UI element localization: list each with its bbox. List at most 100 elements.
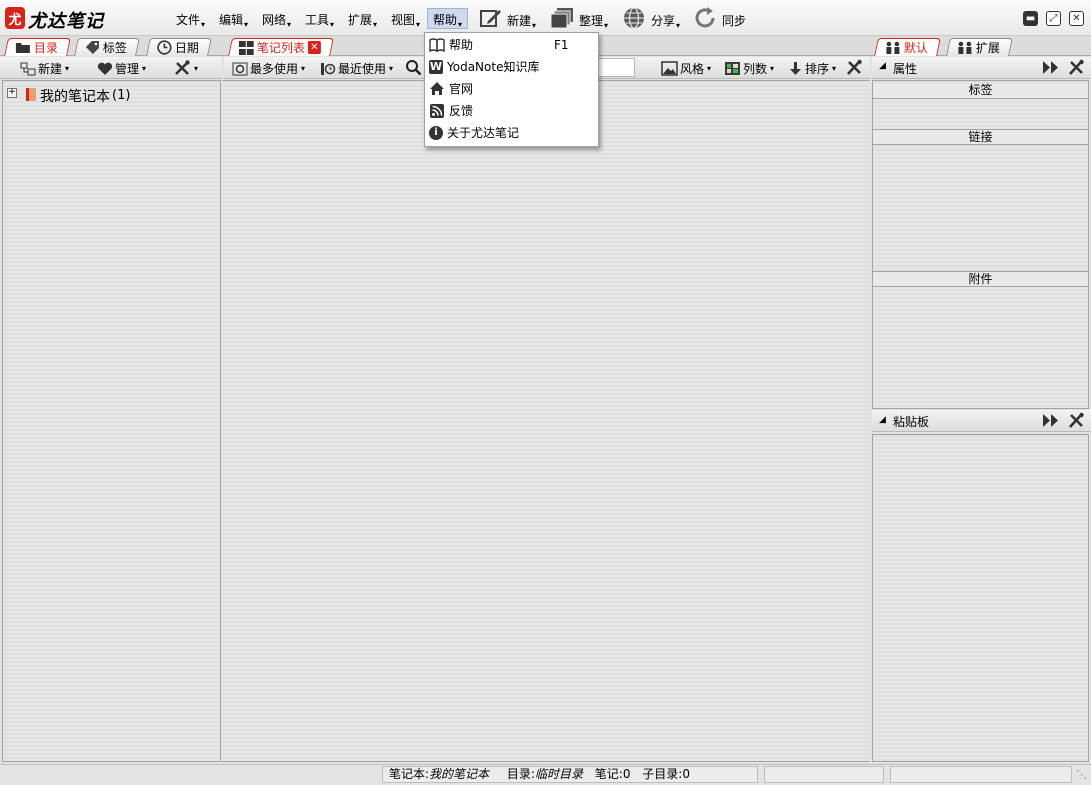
status-cell-2 [764, 766, 884, 783]
style-button[interactable]: 风格 [661, 60, 711, 77]
maximize-icon[interactable]: ⤢ [1046, 11, 1061, 26]
status-notes-label: 笔记: [594, 767, 623, 781]
title-menu-bar [0, 0, 1091, 36]
menu-item-website[interactable]: 官网 [429, 78, 594, 99]
section-links[interactable]: 链接 [873, 129, 1088, 145]
tab-tags[interactable]: 标签 [74, 38, 140, 56]
search-icon [405, 59, 422, 76]
status-notebook-label: 笔记本: [389, 767, 430, 781]
tag-icon [85, 40, 100, 55]
sort-label: 排序 [805, 62, 830, 76]
status-subdir-label: 子目录: [642, 767, 683, 781]
menu-item-feedback[interactable]: 反馈 [429, 100, 594, 121]
catalog-new-button[interactable]: 新建 [20, 60, 69, 77]
sync-button[interactable]: 同步 [722, 12, 746, 29]
menu-item-website-label: 官网 [449, 82, 474, 96]
menu-file[interactable]: 文件 [176, 11, 205, 29]
tab-default-label: 默认 [903, 41, 928, 55]
catalog-tree-pane [2, 80, 221, 762]
app-name: 尤达笔记 [28, 11, 104, 32]
close-icon[interactable]: ✕ [1069, 11, 1084, 26]
people-icon [957, 41, 973, 54]
status-notes-value: 0 [622, 767, 631, 781]
tab-note-list-label: 笔记列表 [256, 41, 305, 55]
menu-tools[interactable]: 工具 [305, 11, 334, 29]
image-icon [661, 61, 678, 76]
minimize-icon[interactable]: ▬ [1023, 11, 1038, 26]
catalog-new-label: 新建 [38, 62, 63, 76]
organize-icon[interactable] [550, 7, 574, 29]
tab-tags-label: 标签 [102, 41, 127, 55]
menu-item-help-shortcut: F1 [554, 37, 569, 52]
section-attachments[interactable]: 附件 [873, 271, 1088, 287]
menu-network[interactable]: 网络 [262, 11, 291, 29]
organize-button[interactable]: 整理 [579, 12, 608, 30]
sort-button[interactable]: 排序 [788, 60, 836, 77]
heart-icon [97, 62, 113, 76]
tab-catalog-label: 目录 [33, 41, 58, 55]
arrow-down-icon [788, 61, 803, 76]
menu-item-help[interactable]: 帮助 F1 [429, 34, 594, 55]
tree-root-count: (1) [112, 88, 131, 103]
menu-item-help-label: 帮助 [449, 38, 474, 52]
folder-icon [15, 41, 31, 54]
menu-item-wiki[interactable]: W YodaNote知识库 [429, 56, 594, 77]
catalog-tools-button[interactable] [174, 60, 198, 76]
clipboard-title: 粘贴板 [893, 415, 930, 429]
info-icon: i [429, 125, 443, 140]
list-tools-icon[interactable] [846, 59, 863, 76]
menu-edit[interactable]: 编辑 [219, 11, 248, 29]
globe-icon[interactable] [622, 7, 646, 29]
most-used-button[interactable]: 最多使用 [232, 60, 305, 77]
catalog-manage-label: 管理 [115, 62, 140, 76]
search-input[interactable] [595, 58, 635, 77]
status-cell-3 [890, 766, 1072, 783]
status-info: 笔记本:我的笔记本 目录:临时目录 笔记:0 子目录:0 [382, 766, 758, 783]
rss-icon [429, 103, 445, 119]
properties-title: 属性 [893, 62, 918, 76]
tab-close-icon[interactable]: ✕ [307, 41, 321, 54]
tab-default[interactable]: 默认 [874, 38, 941, 56]
tab-catalog[interactable]: 目录 [4, 38, 71, 56]
tree-root-label[interactable]: 我的笔记本 [40, 86, 110, 106]
status-dir-value: 临时目录 [534, 767, 583, 781]
catalog-manage-button[interactable]: 管理 [97, 60, 146, 77]
menu-item-about[interactable]: i 关于尤达笔记 [429, 122, 594, 143]
double-arrow-icon[interactable] [1042, 413, 1060, 428]
properties-tools-icon[interactable] [1068, 59, 1085, 76]
clock-icon [157, 40, 172, 55]
menu-help[interactable]: 帮助 [427, 8, 469, 29]
new-button[interactable]: 新建 [507, 12, 536, 30]
clipboard-pane[interactable] [872, 434, 1089, 762]
menu-view[interactable]: 视图 [391, 11, 420, 29]
notebook-icon [24, 86, 38, 102]
section-tags[interactable]: 标签 [873, 83, 1088, 99]
collapse-triangle-icon[interactable]: ◢ [879, 415, 886, 425]
resize-grip-icon[interactable]: ⋱ [1076, 768, 1088, 782]
columns-button[interactable]: 列数 [724, 60, 774, 77]
sync-icon[interactable] [693, 7, 717, 29]
double-arrow-icon[interactable] [1042, 60, 1060, 75]
tree-expand-icon[interactable]: + [7, 88, 17, 98]
tab-date[interactable]: 日期 [146, 38, 212, 56]
tab-note-list[interactable]: 笔记列表 ✕ [228, 38, 334, 56]
clipboard-tools-icon[interactable] [1068, 412, 1085, 429]
menu-extensions[interactable]: 扩展 [348, 11, 377, 29]
wiki-icon: W [429, 59, 443, 74]
menu-item-about-label: 关于尤达笔记 [447, 126, 520, 140]
status-notebook-value: 我的笔记本 [429, 767, 490, 781]
most-used-icon [232, 62, 248, 76]
app-logo-icon: 尤 [5, 7, 25, 29]
style-label: 风格 [680, 62, 705, 76]
tags-area[interactable] [873, 99, 1088, 129]
status-dir-label: 目录: [506, 767, 535, 781]
share-button[interactable]: 分享 [651, 12, 680, 30]
tab-extend[interactable]: 扩展 [946, 38, 1013, 56]
recent-button[interactable]: 最近使用 [320, 60, 393, 77]
recent-icon [320, 62, 336, 76]
people-icon [885, 41, 901, 54]
collapse-triangle-icon[interactable]: ◢ [879, 61, 886, 71]
tab-extend-label: 扩展 [975, 41, 1000, 55]
edit-new-icon[interactable] [479, 7, 503, 29]
tab-date-label: 日期 [174, 41, 199, 55]
